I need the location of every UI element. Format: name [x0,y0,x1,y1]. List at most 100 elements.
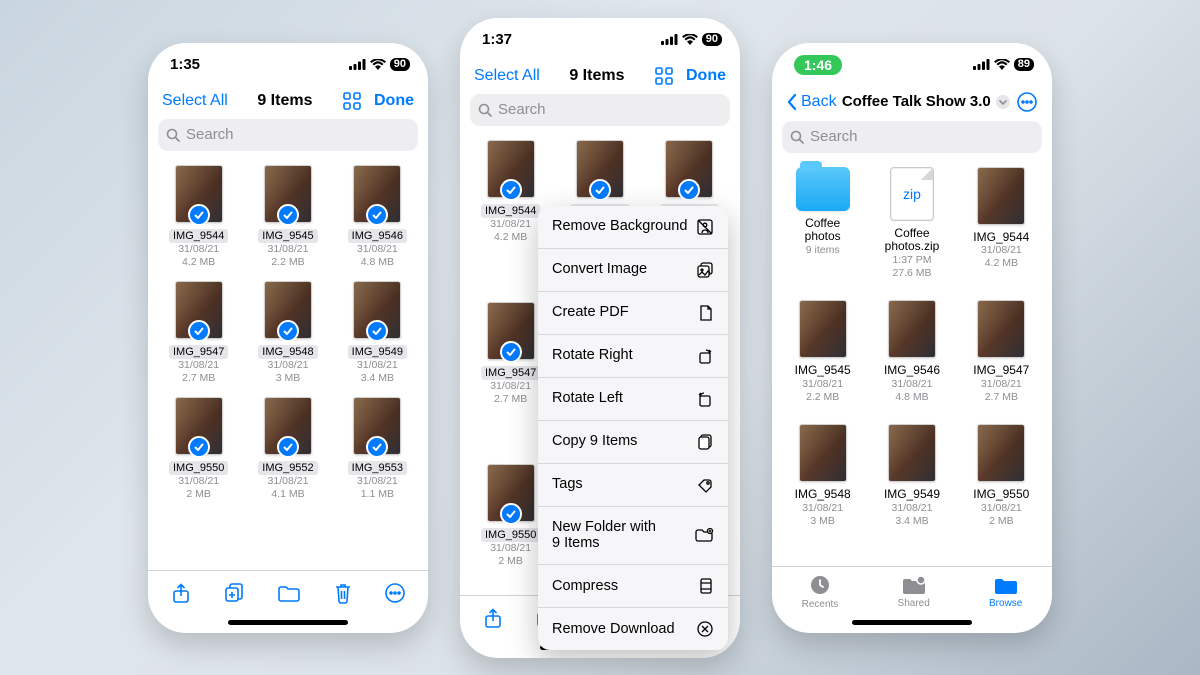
tab-label: Shared [898,598,930,609]
file-grid: Coffee photos9 itemszipCoffee photos.zip… [782,167,1042,529]
file-date: 31/08/21 [178,475,219,488]
search-field[interactable]: Search [782,121,1042,153]
title-dropdown-icon[interactable] [995,94,1011,110]
tab-shared[interactable]: Shared [898,574,930,609]
cellular-icon [973,59,990,70]
file-thumbnail [353,281,401,339]
file-thumbnail [175,397,223,455]
file-cell[interactable]: IMG_954931/08/213.4 MB [871,424,952,528]
file-cell[interactable]: IMG_954631/08/214.8 MB [337,165,418,269]
selected-check-icon [277,204,299,226]
context-menu-item[interactable]: New Folder with 9 Items [538,507,728,565]
file-cell[interactable]: IMG_955031/08/212 MB [961,424,1042,528]
search-icon [166,128,180,142]
context-menu-item[interactable]: Rotate Right [538,335,728,378]
file-cell[interactable]: IMG_954831/08/213 MB [782,424,863,528]
file-cell[interactable]: IMG_955331/08/211.1 MB [337,397,418,501]
view-grid-icon[interactable] [342,91,362,111]
file-name: IMG_9546 [348,229,407,243]
file-meta-2: 27.6 MB [892,267,931,280]
more-icon[interactable] [1016,91,1038,113]
file-cell[interactable]: IMG_954531/08/212.2 MB [247,165,328,269]
done-button[interactable]: Done [686,67,726,85]
share-icon[interactable] [170,582,192,604]
status-time[interactable]: 1:46 [794,55,842,75]
file-size: 2 MB [498,555,523,568]
file-date: 31/08/21 [490,218,531,231]
more-icon[interactable] [384,582,406,604]
cellular-icon [349,59,366,70]
file-cell[interactable]: IMG_954731/08/212.7 MB [158,281,239,385]
battery-level: 89 [1014,58,1034,71]
context-menu-item[interactable]: Rotate Left [538,378,728,421]
back-button[interactable]: Back [786,93,837,111]
file-cell[interactable]: IMG_955231/08/214.1 MB [247,397,328,501]
file-thumbnail [888,424,936,482]
share-icon[interactable] [482,607,504,629]
select-all-button[interactable]: Select All [162,92,228,110]
selected-check-icon [188,436,210,458]
status-bar: 1:35 90 [148,43,428,87]
file-date: 31/08/21 [178,359,219,372]
selected-check-icon [500,503,522,525]
file-meta-2: 4.2 MB [985,257,1018,270]
file-cell[interactable]: IMG_954631/08/214.8 MB [871,300,952,404]
nav-bar: Back Coffee Talk Show 3.0 [772,87,1052,121]
context-menu-item[interactable]: Convert Image [538,249,728,292]
file-meta-2: 2.7 MB [985,391,1018,404]
wifi-icon [370,59,386,70]
file-meta-1: 31/08/21 [981,502,1022,515]
file-cell[interactable]: Coffee photos9 items [782,167,863,281]
tab-bar: Recents Shared Browse [772,566,1052,616]
selected-check-icon [589,179,611,201]
file-cell[interactable]: IMG_954431/08/214.2 MB [961,167,1042,281]
file-date: 31/08/21 [268,243,309,256]
duplicate-icon[interactable] [223,582,245,604]
file-cell[interactable]: IMG_954831/08/213 MB [247,281,328,385]
file-cell[interactable]: zipCoffee photos.zip1:37 PM27.6 MB [871,167,952,281]
cellular-icon [661,34,678,45]
file-cell[interactable]: IMG_954731/08/212.7 MB [961,300,1042,404]
file-size: 2 MB [186,488,211,501]
done-button[interactable]: Done [374,92,414,110]
file-meta-1: 31/08/21 [802,502,843,515]
menu-item-icon [696,261,714,279]
file-thumbnail [977,424,1025,482]
file-cell[interactable]: IMG_954931/08/213.4 MB [337,281,418,385]
context-menu: Remove BackgroundConvert ImageCreate PDF… [538,206,728,650]
file-date: 31/08/21 [490,542,531,555]
file-name: IMG_9553 [348,461,407,475]
file-name: IMG_9544 [169,229,228,243]
file-cell[interactable]: IMG_955031/08/212 MB [158,397,239,501]
file-name: IMG_9545 [258,229,317,243]
file-cell[interactable]: IMG_954531/08/212.2 MB [782,300,863,404]
file-size: 1.1 MB [361,488,394,501]
home-indicator[interactable] [228,620,348,625]
trash-icon[interactable] [333,582,353,604]
menu-item-icon [696,390,714,408]
file-cell[interactable]: IMG_954431/08/214.2 MB [158,165,239,269]
file-size: 4.2 MB [494,231,527,244]
file-size: 2.7 MB [494,393,527,406]
file-meta-1: 31/08/21 [802,378,843,391]
file-name: IMG_9548 [258,345,317,359]
context-menu-item[interactable]: Tags [538,464,728,507]
file-name: Coffee photos [805,217,841,245]
search-field[interactable]: Search [470,94,730,126]
file-meta-2: 3.4 MB [895,515,928,528]
context-menu-item[interactable]: Remove Background [538,206,728,249]
search-field[interactable]: Search [158,119,418,151]
file-thumbnail [353,165,401,223]
context-menu-item[interactable]: Remove Download [538,608,728,650]
context-menu-item[interactable]: Compress [538,565,728,608]
context-menu-item[interactable]: Copy 9 Items [538,421,728,464]
file-thumbnail [977,167,1025,225]
select-all-button[interactable]: Select All [474,67,540,85]
tab-browse[interactable]: Browse [989,574,1022,609]
move-icon[interactable] [277,583,301,603]
search-icon [790,130,804,144]
view-grid-icon[interactable] [654,66,674,86]
context-menu-item[interactable]: Create PDF [538,292,728,335]
home-indicator[interactable] [852,620,972,625]
tab-recents[interactable]: Recents [802,573,839,610]
